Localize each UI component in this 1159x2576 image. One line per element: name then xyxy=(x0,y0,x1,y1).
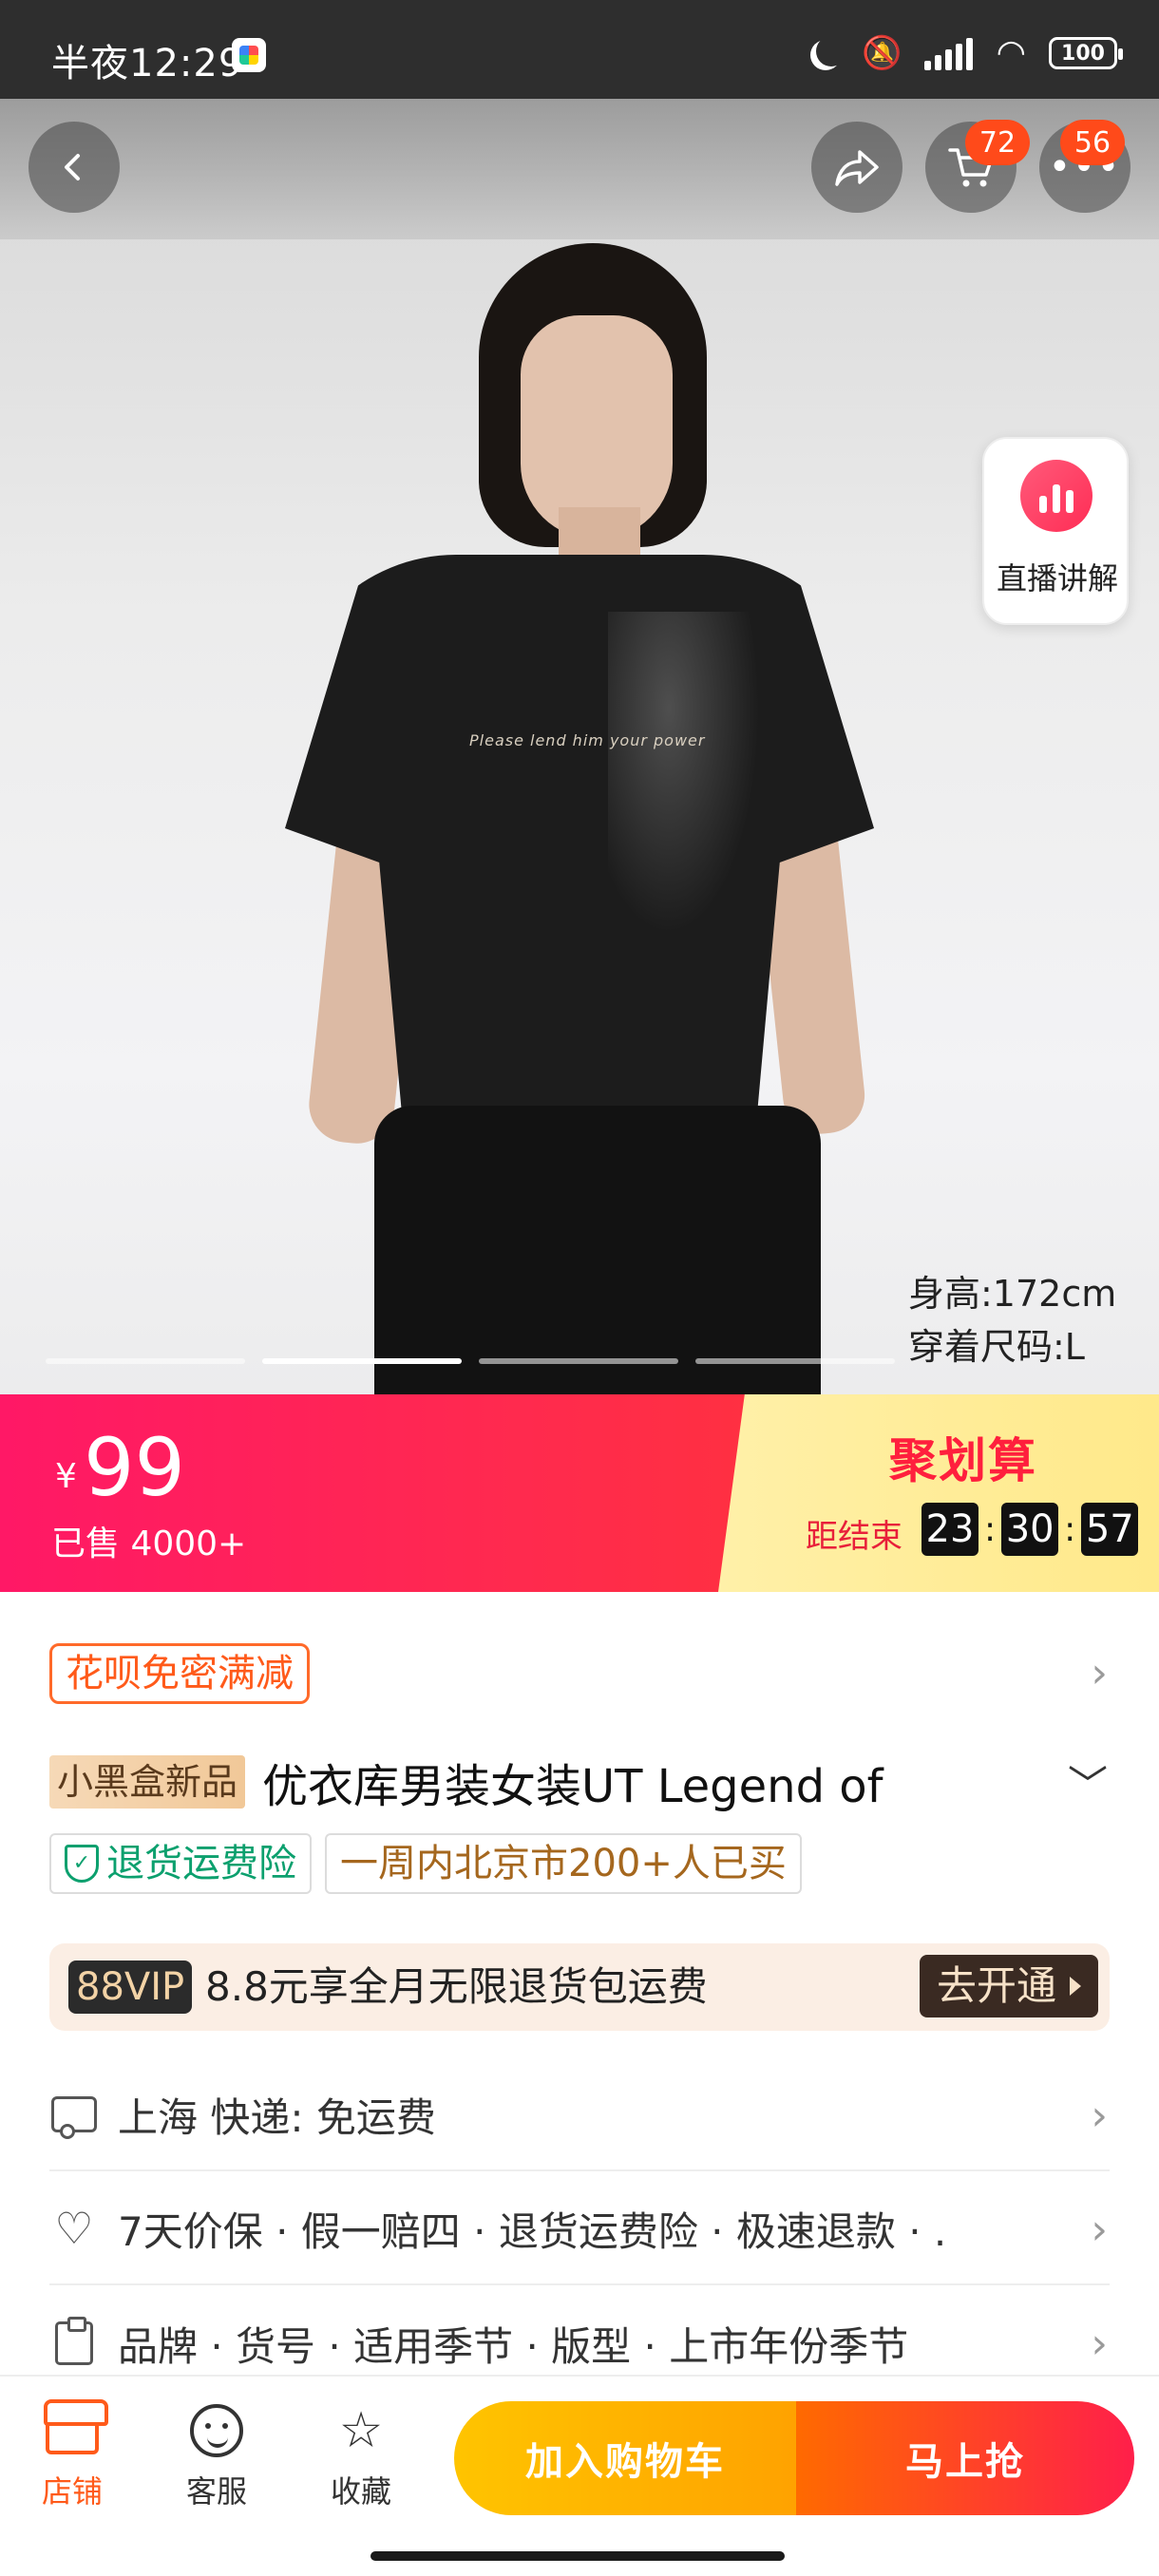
return-insurance-tag[interactable]: ✓ 退货运费险 xyxy=(49,1833,312,1894)
params-text: 品牌 · 货号 · 适用季节 · 版型 · 上市年份季节 xyxy=(118,2322,909,2370)
vip-text: 8.8元享全月无限退货包运费 xyxy=(205,1963,708,2010)
triangle-right-icon xyxy=(1070,1977,1081,1996)
message-count-badge: 56 xyxy=(1060,120,1125,165)
add-to-cart-button[interactable]: 加入购物车 xyxy=(454,2401,796,2515)
store-tab[interactable]: 店铺 xyxy=(15,2397,129,2511)
product-title: 优衣库男装女装UT Legend of xyxy=(262,1760,884,1813)
bottom-action-bar: 店铺 客服 ☆ 收藏 加入购物车 马上抢 xyxy=(0,2375,1159,2576)
truck-icon xyxy=(51,2096,97,2139)
product-image-carousel[interactable]: Please lend him your power 72 ••• 56 直播讲… xyxy=(0,99,1159,1394)
price-banner: ¥ 99 已售 4000+ 聚划算 距结束 23: 30: 57 xyxy=(0,1394,1159,1592)
home-indicator[interactable] xyxy=(370,2551,785,2561)
countdown-seconds: 57 xyxy=(1081,1503,1139,1556)
expand-chevron-icon[interactable]: ﹀ xyxy=(1068,1753,1108,1811)
product-photo: Please lend him your power xyxy=(0,99,1159,1394)
share-button[interactable] xyxy=(811,122,902,213)
return-insurance-label: 退货运费险 xyxy=(106,1842,296,1885)
heart-icon: ♡ xyxy=(54,2203,94,2254)
model-size: 穿着尺码:L xyxy=(908,1326,1085,1368)
status-icons: 🔕 ◠ 100 xyxy=(803,33,1123,72)
shirt-print-text: Please lend him your power xyxy=(469,731,706,749)
muted-bell-icon: 🔕 xyxy=(862,34,902,72)
chevron-right-icon: › xyxy=(1091,2206,1108,2254)
store-icon xyxy=(44,2399,108,2454)
signal-icon xyxy=(923,36,974,70)
price-amount: 99 xyxy=(84,1421,185,1514)
customer-service-icon xyxy=(190,2404,243,2457)
countdown-minutes: 30 xyxy=(1001,1503,1059,1556)
favorite-tab[interactable]: ☆ 收藏 xyxy=(304,2397,418,2511)
model-height: 身高:172cm xyxy=(908,1273,1117,1315)
model-spec: 身高:172cm 穿着尺码:L xyxy=(908,1267,1116,1373)
favorite-label: 收藏 xyxy=(330,2473,391,2510)
buyers-count-tag: 一周内北京市200+人已买 xyxy=(325,1833,802,1894)
service-label: 客服 xyxy=(185,2473,247,2510)
battery-icon: 100 xyxy=(1049,37,1123,69)
store-label: 店铺 xyxy=(41,2473,103,2510)
live-explain-label: 直播讲解 xyxy=(996,560,1118,597)
dnd-moon-icon xyxy=(803,34,841,72)
vip-open-label: 去开通 xyxy=(936,1962,1056,2009)
shipping-text: 上海 快递: 免运费 xyxy=(118,2093,436,2141)
countdown-hours: 23 xyxy=(922,1503,978,1556)
new-product-tag: 小黑盒新品 xyxy=(49,1755,246,1809)
buy-now-button[interactable]: 马上抢 xyxy=(796,2401,1134,2515)
sold-count: 已售 4000+ xyxy=(51,1525,247,1563)
shield-check-icon: ✓ xyxy=(65,1845,99,1883)
vip-open-button[interactable]: 去开通 xyxy=(919,1955,1098,2017)
chevron-right-icon: › xyxy=(1091,2320,1108,2368)
vip-promo-bar[interactable]: 88VIP 8.8元享全月无限退货包运费 去开通 xyxy=(49,1943,1110,2031)
share-arrow-icon xyxy=(835,150,879,186)
countdown-label: 距结束 xyxy=(806,1518,902,1556)
countdown-timer: 23: 30: 57 xyxy=(922,1503,1139,1556)
pager-dot xyxy=(46,1358,245,1364)
live-chart-icon xyxy=(1020,460,1092,532)
status-time: 半夜12:29 xyxy=(51,42,244,85)
pager-dot xyxy=(479,1358,678,1364)
cart-count-badge: 72 xyxy=(965,120,1030,165)
clipboard-icon xyxy=(55,2317,93,2365)
juhuasuan-title: 聚划算 xyxy=(889,1433,1037,1488)
chevron-right-icon: › xyxy=(1091,2092,1108,2140)
currency-symbol: ¥ xyxy=(55,1457,77,1496)
juhuasuan-panel[interactable]: 聚划算 距结束 23: 30: 57 xyxy=(718,1394,1159,1592)
back-button[interactable] xyxy=(28,122,120,213)
product-title-row: 小黑盒新品 优衣库男装女装UT Legend of xyxy=(49,1748,1104,1816)
shipping-row[interactable]: 上海 快递: 免运费 › xyxy=(49,2059,1110,2171)
star-icon: ☆ xyxy=(338,2402,384,2459)
huabei-promo-tag[interactable]: 花呗免密满减 xyxy=(49,1643,310,1704)
chevron-right-icon[interactable]: › xyxy=(1091,1649,1108,1697)
service-tags: ✓ 退货运费险 一周内北京市200+人已买 xyxy=(49,1833,802,1894)
guarantees-text: 7天价保 · 假一赔四 · 退货运费险 · 极速退款 · . xyxy=(118,2207,947,2255)
pager-dot xyxy=(695,1358,895,1364)
status-bar: 半夜12:29 🔕 ◠ 100 xyxy=(0,0,1159,99)
pager-dot-active xyxy=(262,1358,462,1364)
service-tab[interactable]: 客服 xyxy=(160,2397,274,2511)
carousel-pager xyxy=(46,1358,895,1364)
app-notification-icon xyxy=(232,38,266,72)
guarantees-row[interactable]: ♡ 7天价保 · 假一赔四 · 退货运费险 · 极速退款 · . › xyxy=(49,2173,1110,2285)
wifi-icon: ◠ xyxy=(996,33,1026,72)
live-explain-button[interactable]: 直播讲解 xyxy=(982,437,1129,625)
vip-badge: 88VIP xyxy=(68,1960,193,2014)
battery-level: 100 xyxy=(1061,41,1105,66)
chevron-left-icon xyxy=(65,154,80,180)
